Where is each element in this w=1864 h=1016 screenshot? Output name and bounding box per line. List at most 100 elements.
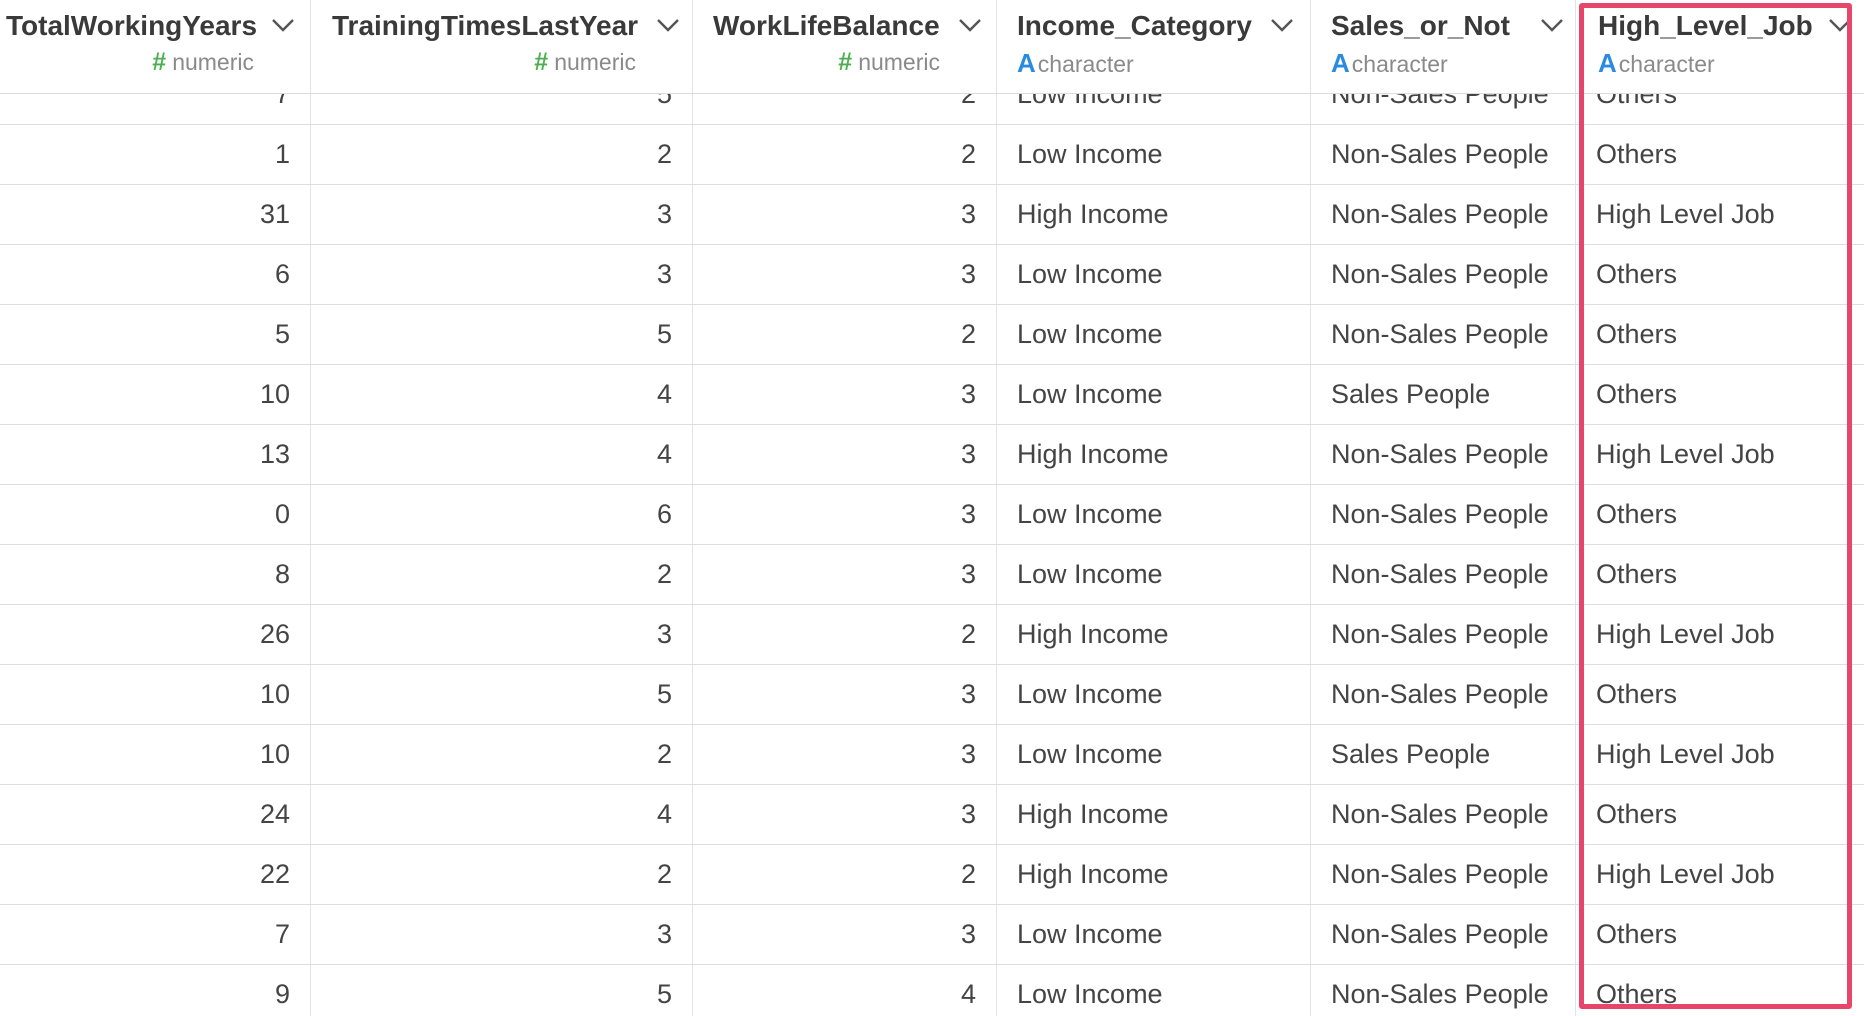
cell-training-times-last-year[interactable]: 5 [311, 665, 693, 724]
cell-sales-or-not[interactable]: Non-Sales People [1311, 845, 1576, 904]
cell-work-life-balance[interactable]: 3 [693, 545, 997, 604]
cell-income-category[interactable]: High Income [997, 845, 1311, 904]
table-row[interactable]: 10 4 3 Low Income Sales People Others [0, 365, 1864, 425]
cell-training-times-last-year[interactable]: 5 [311, 965, 693, 1016]
table-row[interactable]: 10 5 3 Low Income Non-Sales People Others [0, 665, 1864, 725]
cell-income-category[interactable]: Low Income [997, 545, 1311, 604]
cell-income-category[interactable]: Low Income [997, 905, 1311, 964]
table-row[interactable]: 24 4 3 High Income Non-Sales People Others [0, 785, 1864, 845]
cell-high-level-job[interactable]: High Level Job [1576, 605, 1864, 664]
cell-income-category[interactable]: Low Income [997, 665, 1311, 724]
cell-total-working-years[interactable]: 7 [0, 905, 311, 964]
cell-total-working-years[interactable]: 1 [0, 125, 311, 184]
table-row[interactable]: 9 5 4 Low Income Non-Sales People Others [0, 965, 1864, 1016]
cell-income-category[interactable]: High Income [997, 785, 1311, 844]
cell-training-times-last-year[interactable]: 3 [311, 605, 693, 664]
cell-work-life-balance[interactable]: 2 [693, 605, 997, 664]
cell-high-level-job[interactable]: Others [1576, 965, 1864, 1016]
chevron-down-icon[interactable] [1539, 16, 1565, 34]
cell-work-life-balance[interactable]: 2 [693, 845, 997, 904]
cell-sales-or-not[interactable]: Non-Sales People [1311, 245, 1576, 304]
column-header-income-category[interactable]: Income_Category Acharacter [997, 0, 1311, 93]
cell-sales-or-not[interactable]: Sales People [1311, 725, 1576, 784]
cell-work-life-balance[interactable]: 3 [693, 785, 997, 844]
cell-high-level-job[interactable]: High Level Job [1576, 845, 1864, 904]
chevron-down-icon[interactable] [957, 16, 983, 34]
cell-sales-or-not[interactable]: Non-Sales People [1311, 665, 1576, 724]
column-header-high-level-job[interactable]: High_Level_Job Acharacter [1576, 0, 1864, 93]
cell-training-times-last-year[interactable]: 2 [311, 125, 693, 184]
cell-work-life-balance[interactable]: 3 [693, 425, 997, 484]
cell-work-life-balance[interactable]: 2 [693, 125, 997, 184]
cell-income-category[interactable]: Low Income [997, 305, 1311, 364]
cell-total-working-years[interactable]: 24 [0, 785, 311, 844]
chevron-down-icon[interactable] [655, 16, 681, 34]
table-row[interactable]: 6 3 3 Low Income Non-Sales People Others [0, 245, 1864, 305]
chevron-down-icon[interactable] [270, 16, 296, 34]
cell-high-level-job[interactable]: Others [1576, 305, 1864, 364]
cell-income-category[interactable]: Low Income [997, 365, 1311, 424]
cell-total-working-years[interactable]: 0 [0, 485, 311, 544]
table-row[interactable]: 8 2 3 Low Income Non-Sales People Others [0, 545, 1864, 605]
cell-income-category[interactable]: Low Income [997, 485, 1311, 544]
cell-training-times-last-year[interactable]: 4 [311, 785, 693, 844]
cell-sales-or-not[interactable]: Non-Sales People [1311, 785, 1576, 844]
cell-high-level-job[interactable]: High Level Job [1576, 725, 1864, 784]
cell-sales-or-not[interactable]: Non-Sales People [1311, 605, 1576, 664]
cell-high-level-job[interactable]: Others [1576, 245, 1864, 304]
cell-total-working-years[interactable]: 10 [0, 365, 311, 424]
cell-work-life-balance[interactable]: 3 [693, 485, 997, 544]
cell-training-times-last-year[interactable]: 2 [311, 545, 693, 604]
cell-total-working-years[interactable]: 6 [0, 245, 311, 304]
table-row[interactable]: 22 2 2 High Income Non-Sales People High Leve… [0, 845, 1864, 905]
cell-training-times-last-year[interactable]: 4 [311, 425, 693, 484]
cell-sales-or-not[interactable]: Non-Sales People [1311, 485, 1576, 544]
cell-sales-or-not[interactable]: Non-Sales People [1311, 425, 1576, 484]
cell-high-level-job[interactable]: Others [1576, 905, 1864, 964]
cell-training-times-last-year[interactable]: 4 [311, 365, 693, 424]
cell-income-category[interactable]: High Income [997, 605, 1311, 664]
table-row[interactable]: 1 2 2 Low Income Non-Sales People Others [0, 125, 1864, 185]
cell-income-category[interactable]: High Income [997, 185, 1311, 244]
cell-income-category[interactable]: Low Income [997, 725, 1311, 784]
cell-training-times-last-year[interactable]: 3 [311, 185, 693, 244]
table-row[interactable]: 31 3 3 High Income Non-Sales People High Leve… [0, 185, 1864, 245]
cell-sales-or-not[interactable]: Non-Sales People [1311, 545, 1576, 604]
cell-sales-or-not[interactable]: Non-Sales People [1311, 965, 1576, 1016]
cell-sales-or-not[interactable]: Non-Sales People [1311, 305, 1576, 364]
cell-training-times-last-year[interactable]: 2 [311, 845, 693, 904]
cell-work-life-balance[interactable]: 4 [693, 965, 997, 1016]
cell-total-working-years[interactable]: 9 [0, 965, 311, 1016]
column-header-sales-or-not[interactable]: Sales_or_Not Acharacter [1311, 0, 1576, 93]
table-row[interactable]: 5 5 2 Low Income Non-Sales People Others [0, 305, 1864, 365]
cell-sales-or-not[interactable]: Non-Sales People [1311, 185, 1576, 244]
table-row[interactable]: 10 2 3 Low Income Sales People High Level Job [0, 725, 1864, 785]
cell-work-life-balance[interactable]: 2 [693, 305, 997, 364]
cell-income-category[interactable]: Low Income [997, 245, 1311, 304]
table-row[interactable]: 26 3 2 High Income Non-Sales People High Leve… [0, 605, 1864, 665]
cell-high-level-job[interactable]: Others [1576, 365, 1864, 424]
cell-total-working-years[interactable]: 10 [0, 725, 311, 784]
cell-work-life-balance[interactable]: 3 [693, 365, 997, 424]
cell-sales-or-not[interactable]: Non-Sales People [1311, 125, 1576, 184]
cell-total-working-years[interactable]: 26 [0, 605, 311, 664]
cell-training-times-last-year[interactable]: 3 [311, 245, 693, 304]
cell-high-level-job[interactable]: High Level Job [1576, 185, 1864, 244]
table-row[interactable]: 13 4 3 High Income Non-Sales People High Leve… [0, 425, 1864, 485]
cell-total-working-years[interactable]: 10 [0, 665, 311, 724]
cell-training-times-last-year[interactable]: 2 [311, 725, 693, 784]
cell-high-level-job[interactable]: Others [1576, 785, 1864, 844]
cell-high-level-job[interactable]: High Level Job [1576, 425, 1864, 484]
column-header-work-life-balance[interactable]: WorkLifeBalance # numeric [693, 0, 997, 93]
cell-training-times-last-year[interactable]: 3 [311, 905, 693, 964]
cell-high-level-job[interactable]: Others [1576, 125, 1864, 184]
cell-total-working-years[interactable]: 22 [0, 845, 311, 904]
chevron-down-icon[interactable] [1269, 16, 1295, 34]
cell-training-times-last-year[interactable]: 5 [311, 305, 693, 364]
column-header-training-times-last-year[interactable]: TrainingTimesLastYear # numeric [311, 0, 693, 93]
cell-total-working-years[interactable]: 8 [0, 545, 311, 604]
cell-total-working-years[interactable]: 13 [0, 425, 311, 484]
cell-income-category[interactable]: High Income [997, 425, 1311, 484]
cell-income-category[interactable]: Low Income [997, 965, 1311, 1016]
cell-income-category[interactable]: Low Income [997, 125, 1311, 184]
